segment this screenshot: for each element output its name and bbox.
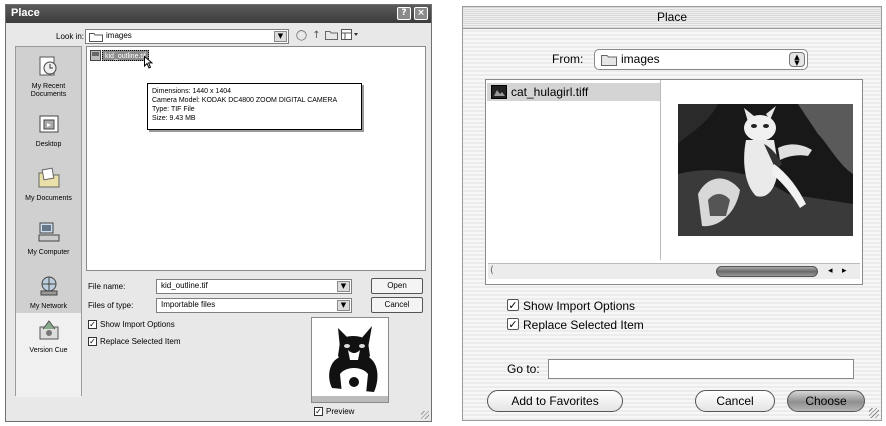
replace-selected-item-label: Replace Selected Item (100, 337, 181, 346)
file-browser[interactable]: cat_hulagirl.tiff ( ◂ ▸ (485, 79, 863, 285)
cancel-button[interactable]: Cancel (695, 390, 775, 412)
place-desktop[interactable]: Desktop (16, 113, 81, 149)
look-in-label: Look in: (56, 32, 85, 41)
resize-grip[interactable] (869, 408, 879, 418)
show-import-options-checkbox[interactable]: ✓ (507, 299, 519, 311)
help-button[interactable]: ? (397, 7, 411, 20)
tooltip-dimensions: Dimensions: 1440 x 1404 (152, 88, 231, 95)
files-of-type-label: Files of type: (88, 301, 134, 310)
place-label: My Computer (27, 249, 70, 256)
from-label: From: (552, 52, 584, 66)
browser-column: cat_hulagirl.tiff (486, 80, 661, 260)
dialog-title: Place (656, 10, 688, 24)
place-recent-documents[interactable]: My Recent Documents (16, 55, 81, 99)
mac-place-dialog: Place From: images ▲▼ cat_hulagirl.tiff (462, 6, 882, 421)
choose-button[interactable]: Choose (787, 390, 865, 412)
resize-grip[interactable] (421, 411, 429, 419)
show-import-options-label: Show Import Options (100, 320, 175, 329)
folder-icon (601, 55, 617, 66)
cancel-button[interactable]: Cancel (371, 297, 423, 313)
place-label: My Recent Documents (30, 83, 67, 98)
chevron-down-icon[interactable]: ▼ (274, 31, 287, 42)
title-bar: Place ? × (6, 5, 431, 23)
version-cue-area: Version Cue (16, 313, 81, 397)
scroll-thumb[interactable] (716, 266, 818, 277)
folder-icon (89, 33, 103, 42)
chevron-down-icon[interactable]: ▼ (337, 300, 350, 311)
from-value: images (621, 52, 660, 66)
tooltip-type: Type: TIF File (152, 106, 195, 113)
look-in-select[interactable]: images ▼ (85, 29, 289, 44)
open-button[interactable]: Open (371, 278, 423, 294)
place-label: My Network (30, 303, 67, 310)
place-label: Version Cue (29, 347, 68, 354)
title-bar: Place (463, 7, 881, 29)
place-my-network[interactable]: My Network (16, 275, 81, 311)
scroll-left-icon[interactable]: ◂ (828, 266, 833, 276)
file-info-tooltip: Dimensions: 1440 x 1404 Camera Model: KO… (147, 83, 362, 130)
file-list[interactable]: kid_outline.tif Dimensions: 1440 x 1404 … (86, 46, 426, 271)
my-computer-icon (38, 222, 59, 242)
chevron-down-icon[interactable]: ▼ (337, 281, 350, 292)
tiff-file-icon (491, 85, 507, 99)
show-import-options-label: Show Import Options (523, 299, 636, 313)
show-import-options-checkbox[interactable]: ✓ (88, 320, 97, 329)
file-name-label: cat_hulagirl.tiff (511, 85, 589, 99)
back-icon[interactable]: ◯ (295, 29, 308, 42)
my-network-icon (40, 276, 57, 296)
desktop-icon (39, 115, 58, 133)
place-label: Desktop (35, 141, 62, 148)
recent-documents-icon (39, 56, 56, 76)
look-in-value: images (106, 31, 132, 40)
cat-thumbnail-image (312, 318, 388, 402)
scroll-right-icon[interactable]: ▸ (842, 266, 847, 276)
file-item[interactable]: kid_outline.tif (90, 50, 153, 69)
updown-arrows-icon[interactable]: ▲ ▼ (789, 52, 805, 67)
preview-checkbox[interactable]: ✓ (314, 407, 323, 416)
version-cue-icon (39, 320, 58, 340)
from-popup[interactable]: images ▲ ▼ (594, 49, 808, 70)
horizontal-scrollbar[interactable]: ( ◂ ▸ (488, 263, 860, 279)
replace-selected-item-checkbox[interactable]: ✓ (507, 318, 519, 330)
places-bar: My Recent Documents Desktop My Documents… (15, 46, 82, 397)
replace-selected-item-checkbox[interactable]: ✓ (88, 337, 97, 346)
go-to-label: Go to: (507, 362, 540, 376)
my-documents-icon (38, 167, 59, 188)
place-my-computer[interactable]: My Computer (16, 221, 81, 257)
cat-preview-image (678, 104, 853, 236)
files-of-type-select[interactable]: Importable files ▼ (156, 298, 352, 313)
preview-thumbnail (311, 317, 389, 403)
go-to-input[interactable] (548, 359, 854, 379)
file-name-label: kid_outline.tif (102, 50, 149, 61)
file-name-field-label: File name: (88, 282, 126, 291)
new-folder-icon[interactable] (325, 29, 338, 42)
view-menu-icon[interactable] (341, 29, 361, 42)
files-of-type-value: Importable files (161, 300, 216, 309)
place-my-documents[interactable]: My Documents (16, 167, 81, 203)
up-folder-icon[interactable]: ↑ (310, 29, 323, 42)
place-version-cue[interactable]: Version Cue (16, 319, 81, 355)
windows-place-dialog: Place ? × Look in: images ▼ ◯ ↑ My Recen… (5, 4, 432, 422)
preview-label: Preview (326, 407, 355, 416)
replace-selected-item-label: Replace Selected Item (523, 318, 644, 332)
file-name-value: kid_outline.tif (161, 281, 208, 290)
tooltip-camera-model: Camera Model: KODAK DC4800 ZOOM DIGITAL … (152, 97, 338, 104)
cursor-arrow-icon (144, 56, 153, 69)
place-label: My Documents (25, 195, 72, 202)
scroll-cap-icon: ( (490, 265, 494, 276)
dialog-title: Place (11, 7, 40, 19)
tif-file-icon (90, 50, 101, 61)
add-to-favorites-button[interactable]: Add to Favorites (487, 390, 623, 412)
tooltip-size: Size: 9.43 MB (152, 115, 196, 122)
file-item[interactable]: cat_hulagirl.tiff (487, 83, 660, 101)
file-name-input[interactable]: kid_outline.tif ▼ (156, 279, 352, 294)
close-button[interactable]: × (414, 7, 428, 20)
